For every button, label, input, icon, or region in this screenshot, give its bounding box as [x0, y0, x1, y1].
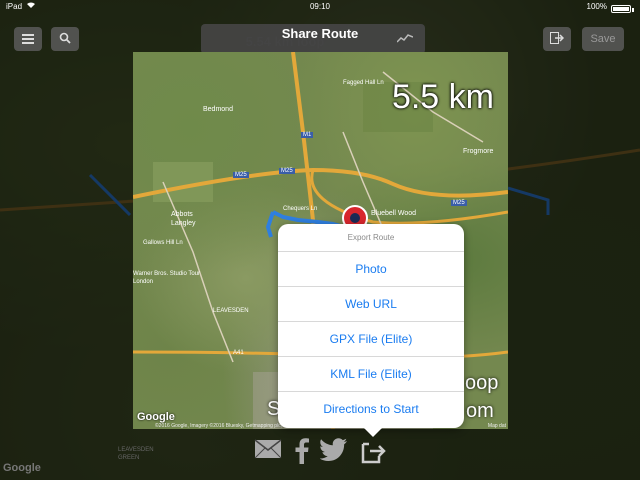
- road-shield-m25-b: M25: [279, 168, 295, 174]
- export-web-url-option[interactable]: Web URL: [278, 287, 464, 322]
- road-shield-m25-a: M25: [233, 172, 249, 178]
- popover-header: Export Route: [278, 224, 464, 252]
- watermark-text-1: oop: [465, 372, 499, 394]
- place-label-warner-bros: Warner Bros. Studio Tour London: [133, 271, 201, 285]
- mail-icon[interactable]: [254, 438, 282, 465]
- road-label-fagged-hall: Fagged Hall Ln: [343, 80, 384, 86]
- save-button[interactable]: Save: [582, 27, 624, 51]
- battery-percent: 100%: [586, 2, 607, 11]
- status-time: 09:10: [309, 2, 331, 11]
- place-label-abbots-langley: Abbots Langley: [171, 211, 196, 227]
- place-label-bluebell-wood: Bluebell Wood: [371, 210, 417, 217]
- road-label-gallows-hill: Gallows Hill Ln: [143, 240, 183, 246]
- google-logo: Google: [137, 411, 175, 423]
- export-kml-option[interactable]: KML File (Elite): [278, 357, 464, 392]
- road-shield-m25-c: M25: [451, 200, 467, 206]
- export-directions-option[interactable]: Directions to Start: [278, 392, 464, 427]
- background-place-label: LEAVESDEN GREEN: [118, 447, 154, 461]
- export-photo-option[interactable]: Photo: [278, 252, 464, 287]
- export-icon: [550, 31, 565, 47]
- place-label-frogmore: Frogmore: [463, 148, 494, 155]
- distance-label: 5.5 km: [391, 78, 494, 116]
- twitter-icon[interactable]: [319, 438, 348, 467]
- status-bar: iPad 09:10 100%: [0, 0, 640, 14]
- road-label-a41: A41: [233, 350, 244, 356]
- facebook-icon[interactable]: [295, 438, 309, 469]
- share-button[interactable]: [543, 27, 571, 51]
- battery-tip: [632, 7, 634, 12]
- place-label-bedmond: Bedmond: [203, 106, 233, 113]
- background-google-logo: Google: [3, 462, 41, 474]
- export-route-popover: Export Route Photo Web URL GPX File (Eli…: [278, 224, 464, 428]
- battery-icon: [611, 4, 631, 13]
- map-data-label: Map dat: [487, 423, 506, 429]
- export-icon[interactable]: [360, 436, 386, 469]
- place-label-leavesden: LEAVESDEN: [213, 308, 249, 314]
- watermark-text-3: om: [466, 400, 494, 422]
- road-shield-m1: M1: [301, 132, 314, 138]
- export-gpx-option[interactable]: GPX File (Elite): [278, 322, 464, 357]
- road-label-chequers: Chequers Ln: [283, 206, 318, 212]
